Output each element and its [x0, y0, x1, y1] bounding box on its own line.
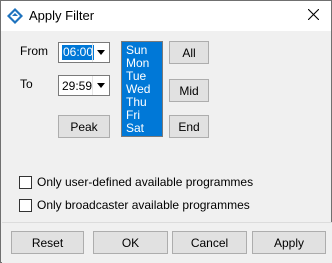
- all-button[interactable]: All: [169, 41, 209, 64]
- day-listbox[interactable]: Sun Mon Tue Wed Thu Fri Sat: [121, 41, 163, 137]
- from-time-combo[interactable]: 06:00: [58, 42, 110, 63]
- end-button[interactable]: End: [169, 115, 209, 138]
- chevron-down-icon: [92, 43, 109, 62]
- close-icon: [307, 8, 319, 23]
- broadcaster-checkbox[interactable]: Only broadcaster available programmes: [19, 198, 250, 212]
- close-button[interactable]: [295, 1, 331, 30]
- reset-button[interactable]: Reset: [11, 231, 84, 254]
- apply-button[interactable]: Apply: [252, 231, 326, 254]
- user-defined-checkbox[interactable]: Only user-defined available programmes: [19, 175, 253, 189]
- window-title: Apply Filter: [29, 8, 95, 23]
- day-item[interactable]: Sat: [122, 122, 162, 135]
- chevron-down-icon: [92, 76, 109, 95]
- from-time-value: 06:00: [62, 45, 95, 60]
- peak-button[interactable]: Peak: [58, 115, 110, 138]
- mid-button[interactable]: Mid: [169, 79, 209, 102]
- to-time-combo[interactable]: 29:59: [58, 75, 110, 96]
- to-time-value: 29:59: [62, 79, 93, 93]
- cancel-button[interactable]: Cancel: [172, 231, 247, 254]
- title-bar: Apply Filter: [1, 1, 331, 31]
- filter-app-icon: [7, 8, 23, 24]
- to-label: To: [20, 77, 33, 91]
- ok-button[interactable]: OK: [93, 231, 168, 254]
- apply-filter-dialog: Apply Filter From 06:00 To 29:59 Peak Su…: [0, 0, 332, 263]
- broadcaster-checkbox-label: Only broadcaster available programmes: [37, 198, 250, 212]
- checkbox-box[interactable]: [19, 198, 32, 212]
- from-label: From: [20, 44, 48, 58]
- checkbox-box[interactable]: [19, 175, 32, 189]
- user-defined-checkbox-label: Only user-defined available programmes: [37, 175, 254, 189]
